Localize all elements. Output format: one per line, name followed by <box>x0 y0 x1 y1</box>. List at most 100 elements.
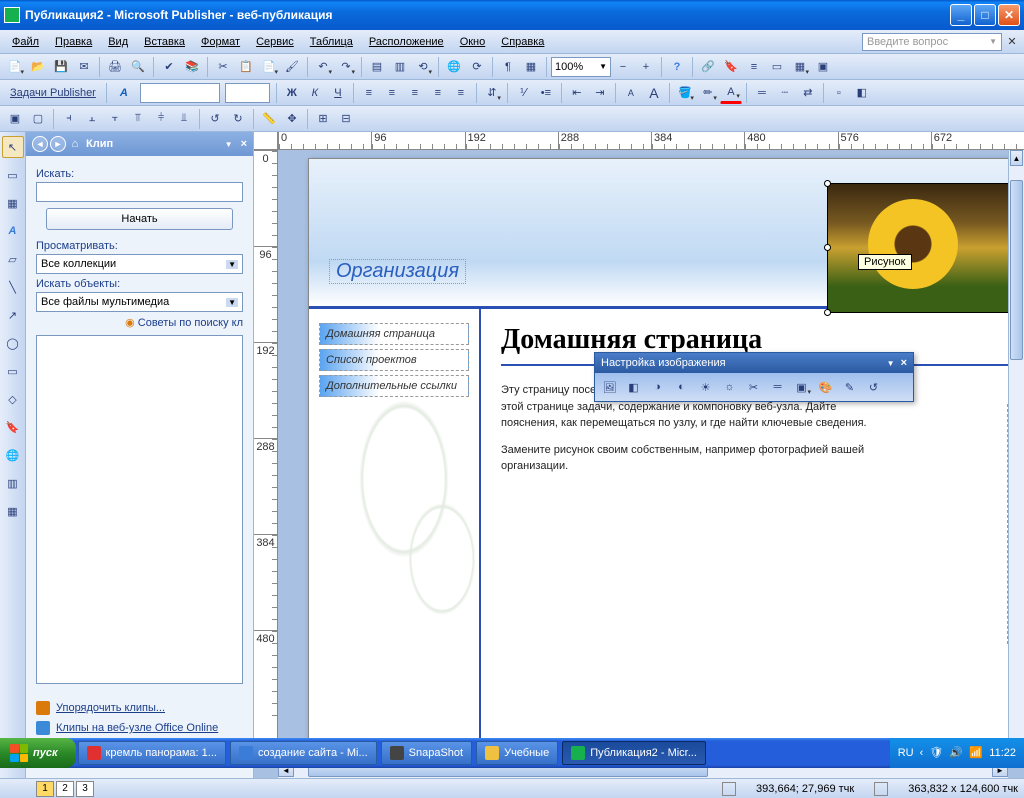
new-button[interactable]: 📄▾ <box>4 56 26 78</box>
taskpane-menu-button[interactable]: ▼ <box>225 140 233 149</box>
bullets-button[interactable]: •≡ <box>535 82 557 104</box>
arrow-tool[interactable]: ↗ <box>2 304 24 326</box>
line-tool[interactable]: ╲ <box>2 276 24 298</box>
menu-file[interactable]: Файл <box>4 32 47 52</box>
align-left-obj-button[interactable]: ⫞ <box>58 108 80 130</box>
menu-format[interactable]: Формат <box>193 32 248 52</box>
tray-network-icon[interactable]: 📶 <box>969 746 983 760</box>
italic-button[interactable]: К <box>304 82 326 104</box>
rotate-right-button[interactable]: ↻ <box>227 108 249 130</box>
decrease-font-button[interactable]: A <box>620 82 642 104</box>
textbox-tool[interactable]: ▭ <box>2 164 24 186</box>
organize-clips-link[interactable]: Упорядочить клипы... <box>36 698 243 718</box>
office-online-link[interactable]: Клипы на веб-узле Office Online <box>36 718 243 738</box>
autoshapes-tool[interactable]: ◇ <box>2 388 24 410</box>
numbering-button[interactable]: ⅟ <box>512 82 534 104</box>
menu-table[interactable]: Таблица <box>302 32 361 52</box>
group-button[interactable]: ▣ <box>4 108 26 130</box>
toolbar-close-button[interactable]: × <box>901 357 907 369</box>
transparent-color-button[interactable]: ✎ <box>838 376 861 398</box>
measure-button[interactable]: 📏 <box>258 108 280 130</box>
task-snapashot[interactable]: SnapaShot <box>381 741 472 765</box>
table-tool[interactable]: ▦ <box>2 192 24 214</box>
page-tab-2[interactable]: 2 <box>56 781 74 797</box>
taskpane-forward-button[interactable]: ► <box>50 136 66 152</box>
open-button[interactable]: 📂 <box>27 56 49 78</box>
wordart-tool[interactable]: A <box>2 220 24 242</box>
fill-color-button[interactable]: 🪣▾ <box>674 82 696 104</box>
collections-select[interactable]: Все коллекции▼ <box>36 254 243 274</box>
zoom-out-button[interactable]: − <box>612 56 634 78</box>
hotspot-button[interactable]: ▭ <box>766 56 788 78</box>
save-button[interactable]: 💾 <box>50 56 72 78</box>
design-gallery-tool[interactable]: ▥ <box>2 472 24 494</box>
menu-help[interactable]: Справка <box>493 32 552 52</box>
fontsize-combo[interactable] <box>225 83 270 103</box>
undo-button[interactable]: ↶▾ <box>312 56 334 78</box>
tray-icon[interactable]: 🛡 <box>929 746 943 760</box>
clip-search-input[interactable] <box>36 182 243 202</box>
vertical-ruler[interactable]: 0 96 192 288 384 480 <box>254 150 278 760</box>
hyperlink-button[interactable]: 🔗 <box>697 56 719 78</box>
underline-button[interactable]: Ч <box>327 82 349 104</box>
print-button[interactable]: 🖨 <box>104 56 126 78</box>
picture-toolbar[interactable]: Настройка изображения ▼ × 🖼 ◧ ◑ ◐ ☀ ☼ ✂ … <box>594 352 914 402</box>
increase-font-button[interactable]: A <box>643 82 665 104</box>
resize-handle[interactable] <box>824 180 831 187</box>
line-style-button[interactable]: ═ <box>751 82 773 104</box>
shadow-button[interactable]: ▫ <box>828 82 850 104</box>
send-back-button[interactable]: ▥ <box>389 56 411 78</box>
decrease-indent-button[interactable]: ⇤ <box>566 82 588 104</box>
form-button[interactable]: ▦▾ <box>789 56 811 78</box>
snap-button[interactable]: ⊞ <box>312 108 334 130</box>
start-button[interactable]: пуск <box>0 738 76 768</box>
format-picture-button[interactable]: 🎨 <box>814 376 837 398</box>
task-browser[interactable]: кремль панорама: 1... <box>78 741 226 765</box>
less-brightness-button[interactable]: ☼ <box>718 376 741 398</box>
increase-indent-button[interactable]: ⇥ <box>589 82 611 104</box>
distribute-button[interactable]: ≡ <box>450 82 472 104</box>
mail-button[interactable]: ✉ <box>73 56 95 78</box>
dash-style-button[interactable]: ┄ <box>774 82 796 104</box>
clock[interactable]: 11:22 <box>989 747 1016 759</box>
align-left-button[interactable]: ≡ <box>358 82 380 104</box>
zoom-combo[interactable]: 100%▼ <box>551 57 611 77</box>
align-right-obj-button[interactable]: ⫟ <box>104 108 126 130</box>
doc-close-button[interactable]: ✕ <box>1004 34 1020 50</box>
text-wrap-button[interactable]: ▣▾ <box>790 376 813 398</box>
3d-button[interactable]: ◧ <box>851 82 873 104</box>
align-middle-obj-button[interactable]: ⫩ <box>150 108 172 130</box>
more-contrast-button[interactable]: ◑ <box>646 376 669 398</box>
reset-picture-button[interactable]: ↺ <box>862 376 885 398</box>
taskpane-back-button[interactable]: ◄ <box>32 136 48 152</box>
picture-toolbar-title[interactable]: Настройка изображения ▼ × <box>595 353 913 373</box>
align-right-button[interactable]: ≡ <box>404 82 426 104</box>
page-tab-1[interactable]: 1 <box>36 781 54 797</box>
tasks-pane-button[interactable]: Задачи Publisher <box>4 87 102 99</box>
select-tool[interactable]: ↖ <box>2 136 24 158</box>
horizontal-ruler[interactable]: 0 96 192 288 384 480 576 672 <box>278 132 1024 150</box>
menu-view[interactable]: Вид <box>100 32 136 52</box>
rotate-left-button[interactable]: ↺ <box>204 108 226 130</box>
refresh-button[interactable]: ⟳ <box>466 56 488 78</box>
page-tab-3[interactable]: 3 <box>76 781 94 797</box>
task-word[interactable]: создание сайта - Mi... <box>230 741 377 765</box>
bookmark-button[interactable]: 🔖 <box>720 56 742 78</box>
web-tool[interactable]: 🌐 <box>2 444 24 466</box>
tray-arrow-icon[interactable]: ‹ <box>920 747 924 759</box>
menu-arrange[interactable]: Расположение <box>361 32 452 52</box>
bookmark-tool[interactable]: 🔖 <box>2 416 24 438</box>
menu-insert[interactable]: Вставка <box>136 32 193 52</box>
minimize-button[interactable]: _ <box>950 4 972 26</box>
rotate-button[interactable]: ⟲▾ <box>412 56 434 78</box>
bring-front-button[interactable]: ▤ <box>366 56 388 78</box>
mediatype-select[interactable]: Все файлы мультимедиа▼ <box>36 292 243 312</box>
tray-volume-icon[interactable]: 🔊 <box>949 746 963 760</box>
picture-frame-tool[interactable]: ▱ <box>2 248 24 270</box>
crop-button[interactable]: ✂ <box>742 376 765 398</box>
align-bottom-obj-button[interactable]: ⫫ <box>173 108 195 130</box>
canvas-viewport[interactable]: Организация Девиз орган Название организ… <box>278 150 1008 760</box>
vertical-scrollbar[interactable]: ▲▼ <box>1008 150 1024 760</box>
organization-textbox[interactable]: Организация <box>329 259 466 284</box>
menu-tools[interactable]: Сервис <box>248 32 302 52</box>
